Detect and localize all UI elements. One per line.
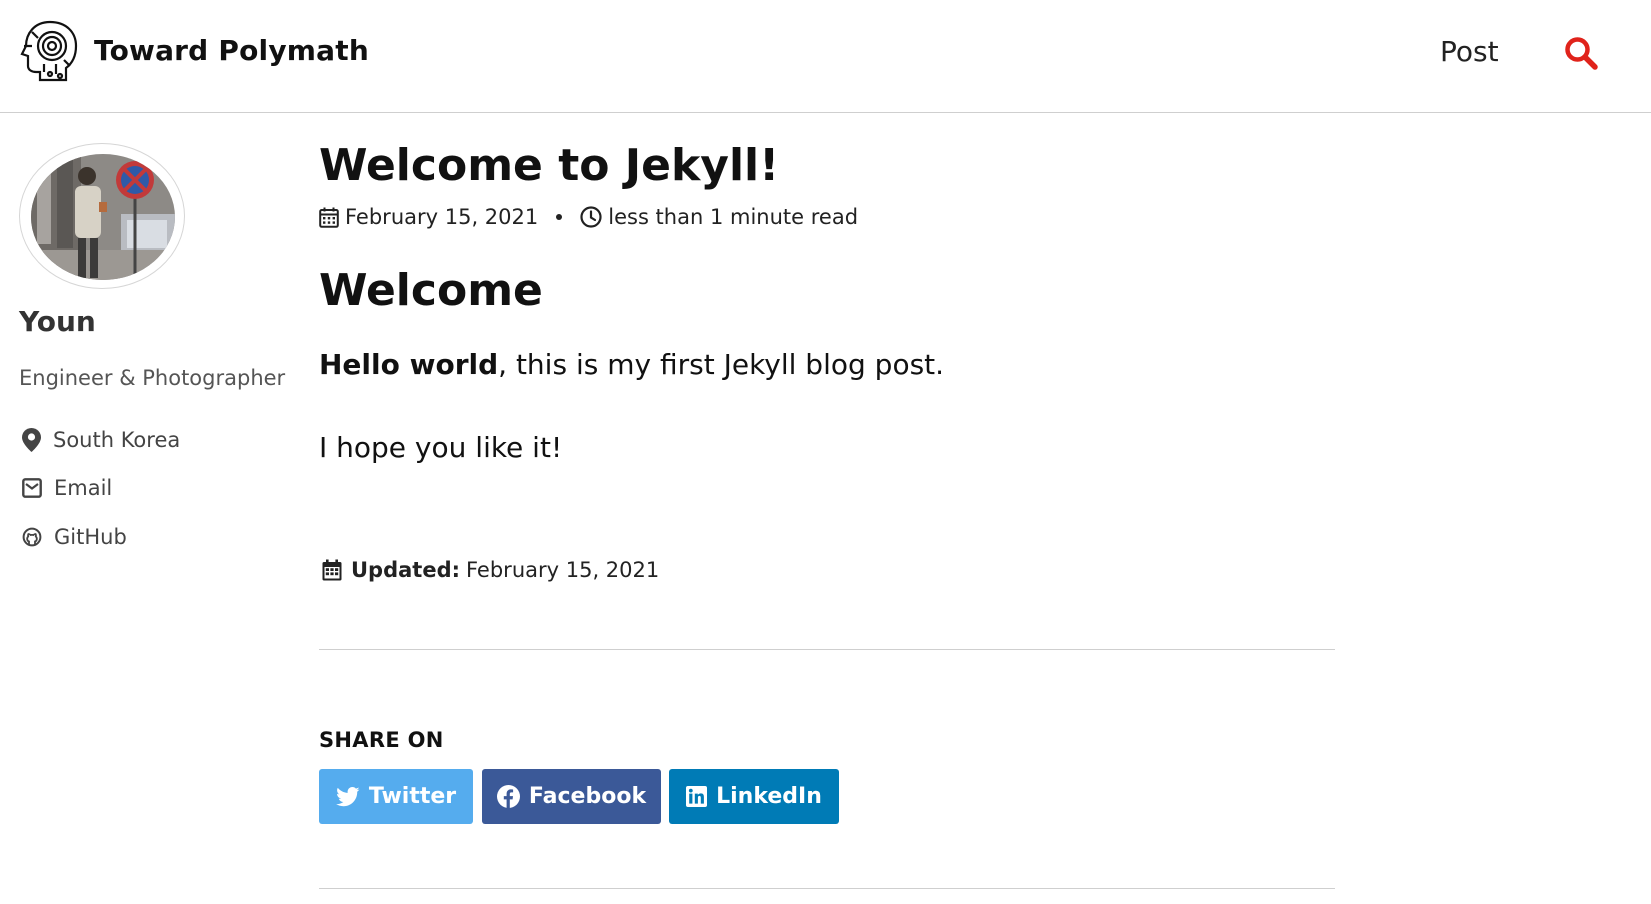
masthead: Toward Polymath Post: [0, 0, 1651, 113]
avatar[interactable]: [31, 154, 175, 280]
linkedin-icon: [686, 786, 708, 807]
read-time: less than 1 minute read: [608, 205, 859, 229]
paragraph-1-bold: Hello world: [319, 348, 499, 381]
paragraph-2: I hope you like it!: [319, 431, 563, 464]
updated-label: Updated:: [351, 558, 460, 582]
github-label: GitHub: [54, 525, 127, 549]
search-button[interactable]: [1563, 34, 1599, 74]
section-heading: Welcome: [319, 265, 543, 316]
author-name: Youn: [19, 305, 96, 338]
updated-value: February 15, 2021: [466, 558, 660, 582]
location-link[interactable]: South Korea: [22, 428, 180, 452]
share-title: SHARE ON: [319, 728, 444, 752]
divider: [319, 649, 1335, 650]
github-link[interactable]: GitHub: [22, 525, 127, 549]
avatar-photo: [31, 154, 175, 280]
page-title: Welcome to Jekyll!: [319, 140, 780, 191]
paragraph-1-text: , this is my first Jekyll blog post.: [498, 348, 945, 381]
share-linkedin-button[interactable]: LinkedIn: [669, 769, 839, 824]
envelope-icon: [22, 478, 42, 498]
updated-date: Updated: February 15, 2021: [322, 558, 659, 582]
calendar-filled-icon: [322, 559, 342, 581]
site-title[interactable]: Toward Polymath: [94, 34, 369, 67]
email-label: Email: [54, 476, 113, 500]
search-icon: [1565, 36, 1598, 70]
twitter-icon: [335, 786, 360, 806]
calendar-icon: [319, 207, 339, 228]
avatar-frame: [19, 143, 185, 289]
robot-head-icon[interactable]: [20, 18, 80, 84]
divider-bottom: [319, 888, 1335, 889]
meta-separator: [556, 214, 563, 220]
nav-post-link[interactable]: Post: [1440, 35, 1499, 68]
paragraph-1: Hello world, this is my first Jekyll blo…: [319, 348, 944, 381]
email-link[interactable]: Email: [22, 476, 112, 500]
map-marker-icon: [22, 428, 41, 452]
facebook-icon: [496, 785, 520, 808]
share-linkedin-label: LinkedIn: [716, 784, 822, 809]
github-icon: [22, 527, 42, 547]
location-label: South Korea: [53, 428, 181, 452]
share-facebook-button[interactable]: Facebook: [482, 769, 661, 824]
author-bio: Engineer & Photographer: [19, 366, 286, 390]
clock-icon: [580, 206, 602, 228]
post-date: February 15, 2021: [345, 205, 539, 229]
share-twitter-label: Twitter: [368, 784, 457, 809]
share-twitter-button[interactable]: Twitter: [319, 769, 473, 824]
page-meta: February 15, 2021 less than 1 minute rea…: [319, 205, 858, 229]
share-facebook-label: Facebook: [528, 784, 647, 809]
